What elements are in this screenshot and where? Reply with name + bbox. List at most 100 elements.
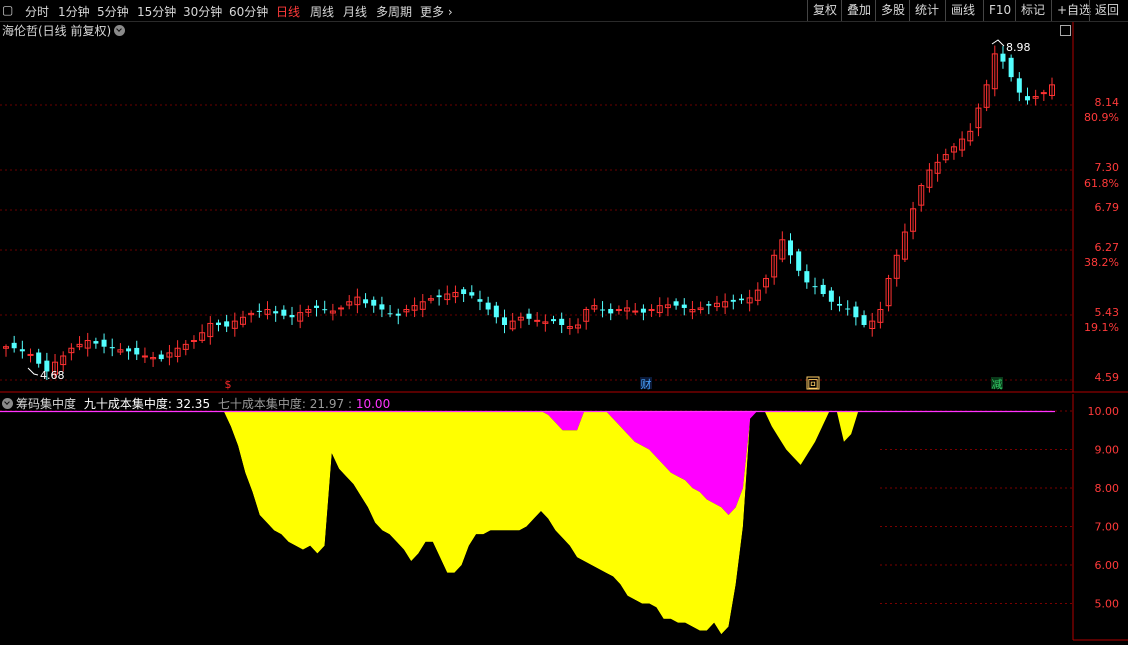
period-tab-0[interactable]: 分时 <box>25 3 49 20</box>
candle-body <box>141 355 148 358</box>
candle-body <box>109 347 115 349</box>
candle-body <box>3 346 9 349</box>
period-tab-7[interactable]: 周线 <box>310 3 334 20</box>
ind-axis-label: 9.00 <box>1095 444 1120 457</box>
candle-body <box>477 299 483 302</box>
ind-axis-label: 6.00 <box>1095 559 1120 572</box>
toolbar-button-5[interactable]: F10 <box>983 0 1016 21</box>
window-toggle-icon[interactable] <box>1060 25 1071 36</box>
candle-body <box>281 309 287 316</box>
candle-body <box>559 318 565 325</box>
line1-value: 32.35 <box>175 397 211 411</box>
toolbar-button-4[interactable]: 画线 <box>945 0 980 21</box>
candle-body <box>174 347 181 357</box>
candle-body <box>19 349 25 352</box>
candle-body <box>804 271 810 283</box>
candle-body <box>1000 53 1006 62</box>
candle-body <box>427 298 434 301</box>
candle-body <box>837 303 843 306</box>
candle-body <box>910 208 917 232</box>
period-tab-2[interactable]: 5分钟 <box>97 3 129 20</box>
candle-body <box>975 107 982 129</box>
price-axis-label: 8.14 <box>1095 96 1120 109</box>
ind-axis-label: 5.00 <box>1095 598 1120 611</box>
candle-body <box>126 348 132 352</box>
toolbar-button-2[interactable]: 多股 <box>875 0 910 21</box>
candle-body <box>1032 95 1039 99</box>
period-tab-5[interactable]: 60分钟 <box>229 3 268 20</box>
toolbar-button-8[interactable]: 返回 <box>1089 0 1124 21</box>
candle-body <box>452 291 459 298</box>
candle-body <box>166 352 173 358</box>
candle-body <box>664 304 671 309</box>
candle-body <box>501 317 507 325</box>
event-marker-box <box>991 377 1003 389</box>
candle-body <box>297 312 304 322</box>
period-tab-8[interactable]: 月线 <box>343 3 367 20</box>
candle-body <box>469 292 475 296</box>
line1-label: 九十成本集中度: <box>83 397 172 411</box>
candle-body <box>485 302 491 310</box>
candle-body <box>1049 84 1055 96</box>
pct-axis-label: 61.8% <box>1084 177 1119 190</box>
toolbar-button-3[interactable]: 统计 <box>909 0 944 21</box>
candle-body <box>861 315 867 325</box>
candle-body <box>967 130 974 142</box>
candle-body <box>322 309 328 311</box>
toolbar-button-0[interactable]: 复权 <box>807 0 842 21</box>
candle-body <box>681 304 687 308</box>
candle-body <box>44 360 50 372</box>
candle-body <box>314 305 320 308</box>
toolbar-button-1[interactable]: 叠加 <box>841 0 876 21</box>
candle-body <box>363 299 369 304</box>
candle-body <box>371 299 377 306</box>
candle-body <box>190 339 197 342</box>
candle-body <box>942 154 949 161</box>
candle-body <box>673 301 679 306</box>
ind-area-bg <box>0 411 880 640</box>
candle-body <box>575 324 582 329</box>
candle-body <box>869 320 876 330</box>
indicator-dropdown-icon[interactable] <box>2 398 13 409</box>
candle-body <box>656 305 663 314</box>
period-tab-3[interactable]: 15分钟 <box>137 3 176 20</box>
period-tab-6[interactable]: 日线 <box>276 3 300 20</box>
price-axis-label: 6.79 <box>1095 201 1120 214</box>
candle-body <box>93 341 99 344</box>
candle-body <box>746 297 753 304</box>
candle-body <box>411 305 418 311</box>
candle-body <box>722 301 729 308</box>
low-marker-arrow <box>27 367 39 376</box>
candle-body <box>812 286 818 288</box>
title-dropdown-icon[interactable] <box>114 25 126 36</box>
event-marker-1: 财 <box>641 377 652 391</box>
candle-body <box>845 308 851 310</box>
period-tab-4[interactable]: 30分钟 <box>183 3 222 20</box>
price-axis-label: 5.43 <box>1095 306 1120 319</box>
candle-body <box>436 295 442 298</box>
candle-body <box>901 231 908 260</box>
toolbar-button-6[interactable]: 标记 <box>1015 0 1050 21</box>
close-square-icon[interactable]: ▢ <box>2 3 13 17</box>
candle-body <box>771 254 778 278</box>
candle-body <box>76 343 83 348</box>
candle-body <box>762 278 769 288</box>
candle-body <box>640 308 646 313</box>
period-tab-1[interactable]: 1分钟 <box>58 3 90 20</box>
period-tab-10[interactable]: 更多 › <box>420 3 453 20</box>
ind-area-90 <box>0 411 880 635</box>
candle-body <box>1008 57 1014 78</box>
candle-body <box>101 339 107 347</box>
line2-value: 21.97 <box>309 397 345 411</box>
ind-area-right <box>757 411 880 465</box>
low-marker-label: 4.68 <box>40 369 65 382</box>
pct-axis-label: 19.1% <box>1084 321 1119 334</box>
candle-body <box>461 289 467 295</box>
period-tab-9[interactable]: 多周期 <box>376 3 412 20</box>
indicator-title: 筹码集中度 九十成本集中度: 32.35 七十成本集中度: 21.97 : 10… <box>2 395 390 412</box>
candle-body <box>224 321 230 327</box>
candle-body <box>207 322 214 338</box>
candle-body <box>959 138 966 151</box>
candle-body <box>11 342 17 349</box>
ind-area-70 <box>0 411 880 515</box>
